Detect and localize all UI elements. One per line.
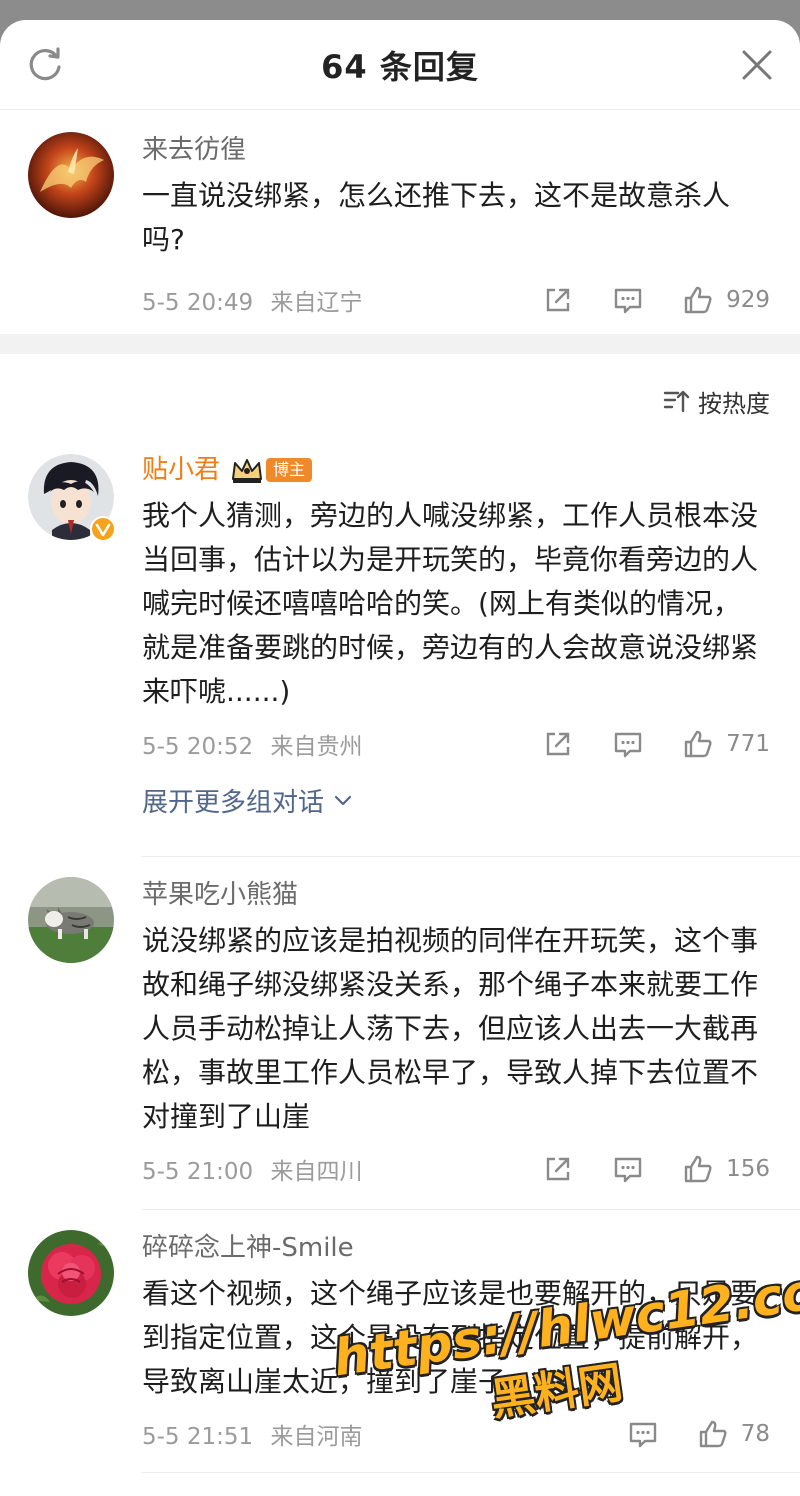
expand-label: 展开更多组对话 [142,787,325,818]
avatar[interactable] [28,132,114,218]
expand-conversation-link[interactable]: 展开更多组对话 [142,780,770,820]
sheet-header: 64 条回复 [0,20,800,110]
like-button[interactable]: 771 [682,728,770,760]
comment-icon [614,732,642,758]
comment-meta: 5-5 20:49 来自辽宁 929 [142,280,770,320]
avatar[interactable] [28,1230,114,1316]
comment-text: 一直说没绑紧，怎么还推下去，这不是故意杀人吗? [142,179,731,256]
like-button[interactable]: 78 [697,1418,770,1450]
like-button[interactable]: 156 [682,1153,770,1185]
like-icon [684,286,712,314]
section-gap [0,334,800,354]
like-icon [684,1155,712,1183]
reply-item: 苹果吃小熊猫 说没绑紧的应该是拍视频的同伴在开玩笑，这个事故和绳子绑没绑紧没关系… [0,857,800,1209]
share-button[interactable] [542,1153,574,1185]
share-icon [546,288,570,312]
divider [142,1472,800,1473]
verified-icon [90,516,116,542]
comment-icon [614,288,642,314]
like-button[interactable]: 929 [682,284,770,316]
username[interactable]: 碎碎念上神-Smile [142,1230,770,1266]
like-count: 78 [740,1421,770,1447]
sort-toggle[interactable]: 按热度 [0,376,800,426]
username[interactable]: 苹果吃小熊猫 [142,877,770,913]
avatar[interactable] [28,454,116,542]
reply-item: 贴小君 博主 我个人猜测，旁边的人喊没绑紧，工作人员根本没当回事，估计以为是开玩… [0,452,800,856]
like-icon [684,730,712,758]
crown-icon [232,459,263,483]
timestamp: 5-5 20:49 [142,290,254,316]
sort-icon [663,390,690,413]
share-icon [546,732,570,756]
root-comment: 来去彷徨 一直说没绑紧，怎么还推下去，这不是故意杀人吗? 5-5 20:49 来… [0,110,800,334]
like-icon [699,1420,727,1448]
close-icon[interactable] [740,48,774,82]
sheet-title: 64 条回复 [321,47,479,86]
location: 来自辽宁 [270,290,363,316]
comment-button[interactable] [612,1153,644,1185]
comment-icon [614,1157,642,1183]
share-button[interactable] [542,728,574,760]
location: 来自贵州 [270,734,363,760]
comment-text: 我个人猜测，旁边的人喊没绑紧，工作人员根本没当回事，估计以为是开玩笑的，毕竟你看… [142,499,759,708]
reply-sheet: 64 条回复 来去彷徨 一直说没绑紧，怎么还推下去，这不是故意杀人吗? 5-5 … [0,20,800,1496]
timestamp: 5-5 21:51 [142,1424,254,1450]
comment-meta: 5-5 20:52 来自贵州 771 [142,724,770,764]
blogger-badge: 博主 [266,458,313,482]
username[interactable]: 贴小君 [142,452,220,488]
comment-button[interactable] [612,728,644,760]
avatar[interactable] [28,877,114,963]
comment-meta: 5-5 21:00 来自四川 156 [142,1149,770,1189]
username[interactable]: 来去彷徨 [142,132,770,168]
location: 来自四川 [270,1159,363,1185]
share-button[interactable] [542,284,574,316]
comment-icon [629,1422,656,1448]
timestamp: 5-5 21:00 [142,1159,254,1185]
like-count: 156 [726,1156,770,1182]
comment-button[interactable] [627,1418,659,1450]
sort-label: 按热度 [698,389,770,418]
refresh-icon[interactable] [26,46,64,84]
chevron-down-icon [334,795,352,806]
like-count: 929 [726,287,770,313]
like-count: 771 [726,731,770,757]
comment-text: 说没绑紧的应该是拍视频的同伴在开玩笑，这个事故和绳子绑没绑紧没关系，那个绳子本来… [142,924,759,1133]
timestamp: 5-5 20:52 [142,734,254,760]
share-icon [546,1157,570,1181]
comment-button[interactable] [612,284,644,316]
